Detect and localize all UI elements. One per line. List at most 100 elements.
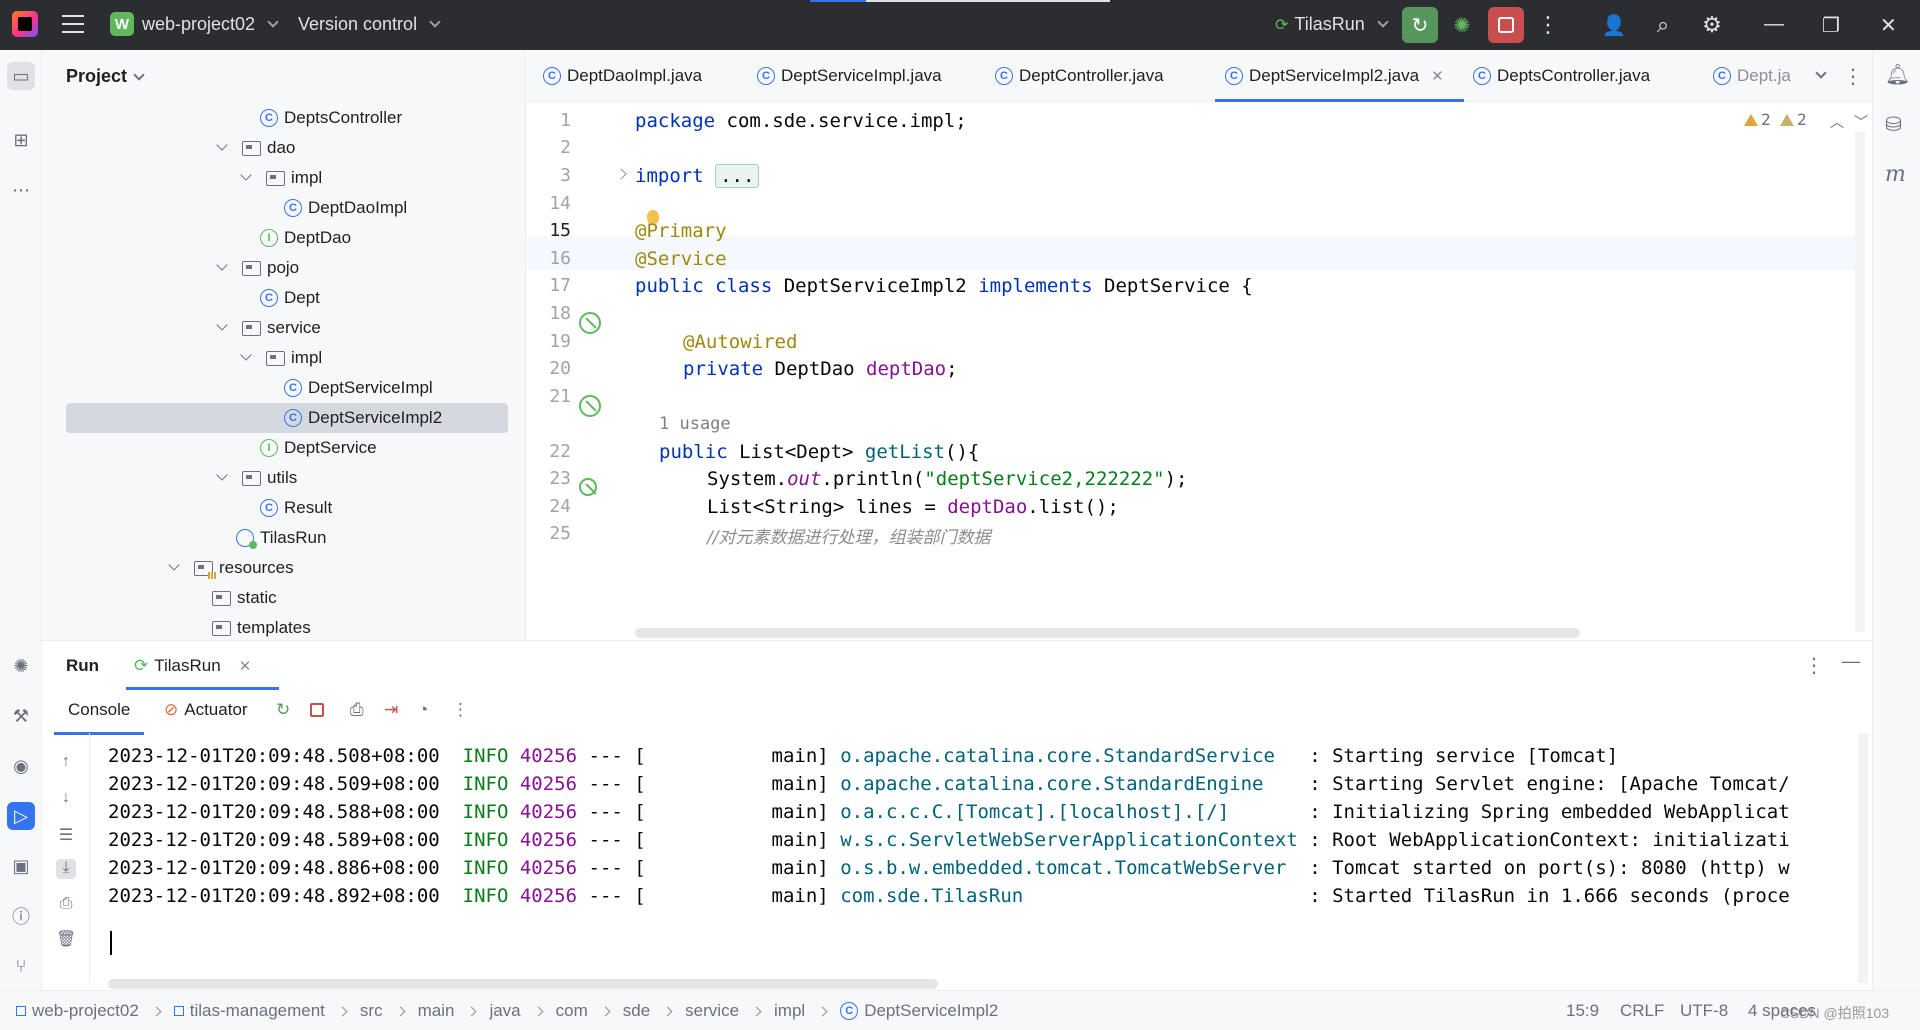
tab-deptscontroller[interactable]: C DeptsController.java (1473, 50, 1650, 102)
editor-vertical-scrollbar[interactable] (1855, 132, 1865, 632)
tab-deptserviceimpl[interactable]: C DeptServiceImpl.java (757, 50, 942, 102)
stop-icon[interactable] (310, 700, 324, 717)
close-tab-icon[interactable]: ✕ (1431, 67, 1444, 85)
tree-item-tilasrun[interactable]: TilasRun (236, 523, 326, 553)
chevron-down-icon[interactable] (216, 469, 228, 481)
code-with-me-button[interactable]: 👤 (1596, 7, 1632, 43)
project-badge[interactable]: W (110, 12, 134, 36)
warning-counter[interactable]: 2 (1744, 110, 1771, 129)
tree-item-dept[interactable]: C Dept (260, 283, 320, 313)
tree-item-deptservice[interactable]: I DeptService (260, 433, 377, 463)
breadcrumb-item[interactable]: web-project02 (32, 1001, 139, 1021)
autowired-bean-icon[interactable] (579, 395, 601, 417)
project-panel-header[interactable]: Project (66, 66, 145, 87)
restore-button[interactable]: ❐ (1822, 13, 1840, 38)
breadcrumb-item[interactable]: main (418, 1001, 455, 1021)
breadcrumb-item[interactable]: src (360, 1001, 383, 1021)
scroll-to-end-icon[interactable]: ⤓ (56, 859, 76, 879)
tab-more-button[interactable]: ⋮ (1843, 50, 1863, 102)
debug-button[interactable]: ✺ (1444, 7, 1480, 43)
tree-item-result[interactable]: C Result (260, 493, 332, 523)
minimize-button[interactable]: — (1764, 13, 1784, 36)
terminal-tool-icon[interactable]: ▣ (7, 852, 35, 880)
main-menu-icon[interactable] (62, 15, 84, 33)
breadcrumb-item[interactable]: impl (774, 1001, 805, 1021)
more-tools-icon[interactable]: ⋯ (7, 176, 35, 204)
chevron-down-icon[interactable] (240, 349, 252, 361)
run-tab-tilasrun[interactable]: ⟳ TilasRun ✕ (125, 656, 280, 690)
file-encoding[interactable]: UTF-8 (1680, 1001, 1728, 1021)
code-editor[interactable]: 1 2 3 14 15 16 17 18 19 20 21 22 23 24 2… (527, 102, 1872, 640)
run-configuration-selector[interactable]: ⟳ TilasRun (1275, 14, 1389, 35)
print-icon[interactable]: ⎙ (56, 895, 76, 915)
implements-method-icon[interactable] (579, 478, 597, 496)
tree-item-dao-impl[interactable]: impl (240, 163, 322, 193)
console-vertical-scrollbar[interactable] (1858, 733, 1868, 983)
breadcrumb-item[interactable]: tilas-management (190, 1001, 325, 1021)
tree-item-service-impl[interactable]: impl (240, 343, 322, 373)
services-tool-icon[interactable]: ◉ (7, 752, 35, 780)
chevron-down-icon[interactable] (216, 259, 228, 271)
breadcrumb-item[interactable]: DeptServiceImpl2 (864, 1001, 998, 1021)
line-separator[interactable]: CRLF (1620, 1001, 1664, 1021)
chevron-down-icon[interactable] (168, 559, 180, 571)
run-tool-icon[interactable]: ▷ (7, 802, 35, 830)
debug-tool-icon[interactable]: ✺ (7, 652, 35, 680)
vcs-menu[interactable]: Version control (298, 14, 441, 35)
tab-list-dropdown[interactable] (1809, 50, 1827, 102)
breadcrumb-item[interactable]: java (489, 1001, 520, 1021)
scroll-up-icon[interactable]: ↑ (56, 753, 76, 773)
tree-item-resources[interactable]: resources (168, 553, 294, 583)
maven-icon[interactable]: m (1885, 162, 1906, 187)
project-tool-icon[interactable]: ▭ (7, 62, 35, 90)
usage-hint[interactable]: 1 usage (659, 414, 731, 434)
rerun-button[interactable]: ↻ (1402, 7, 1438, 43)
tree-item-deptdaoimpl[interactable]: C DeptDaoImpl (284, 193, 407, 223)
bean-icon[interactable] (579, 312, 601, 334)
scroll-down-icon[interactable]: ↓ (56, 789, 76, 809)
chevron-down-icon[interactable] (216, 319, 228, 331)
tab-console[interactable]: Console (53, 700, 145, 735)
tree-item-deptserviceimpl2[interactable]: C DeptServiceImpl2 (66, 403, 508, 433)
close-tab-icon[interactable]: ✕ (239, 657, 252, 675)
tree-item-utils[interactable]: utils (216, 463, 297, 493)
close-window-button[interactable]: ✕ (1880, 13, 1897, 38)
folded-imports[interactable]: ... (715, 164, 760, 188)
next-highlight-icon[interactable]: ﹀ (1854, 112, 1868, 132)
chevron-down-icon[interactable] (240, 169, 252, 181)
tree-item-deptscontroller[interactable]: C DeptsController (260, 103, 402, 133)
project-selector[interactable]: web-project02 (142, 14, 279, 35)
more-actions-button[interactable]: ⋮ (1530, 7, 1566, 43)
tab-deptcontroller[interactable]: C DeptController.java (995, 50, 1164, 102)
tab-dept[interactable]: C Dept.ja (1713, 50, 1791, 102)
editor-horizontal-scrollbar[interactable] (635, 628, 1580, 638)
search-button[interactable]: ⌕ (1645, 7, 1681, 43)
tree-item-dao[interactable]: dao (216, 133, 295, 163)
tab-deptserviceimpl2[interactable]: C DeptServiceImpl2.java ✕ (1215, 50, 1464, 102)
build-tool-icon[interactable]: ⚒ (7, 702, 35, 730)
breadcrumb-item[interactable]: service (685, 1001, 739, 1021)
breadcrumb-item[interactable]: sde (623, 1001, 650, 1021)
stop-button[interactable] (1488, 7, 1524, 43)
tree-item-pojo[interactable]: pojo (216, 253, 299, 283)
chevron-down-icon[interactable] (216, 139, 228, 151)
prev-highlight-icon[interactable]: ︿ (1830, 112, 1844, 132)
tab-actuator[interactable]: ⊘ Actuator (164, 700, 248, 720)
breadcrumb-item[interactable]: com (556, 1001, 588, 1021)
fold-expand-icon[interactable] (615, 168, 627, 180)
problems-tool-icon[interactable]: ⓘ (7, 902, 35, 930)
camera-icon[interactable]: ⎙ (350, 700, 364, 720)
settings-button[interactable]: ⚙ (1694, 7, 1730, 43)
more-vertical-icon[interactable]: ⋮ (452, 700, 469, 720)
git-tool-icon[interactable]: ⑂ (7, 952, 35, 980)
caret-position[interactable]: 15:9 (1566, 1001, 1599, 1021)
rerun-icon[interactable]: ↻ (276, 700, 290, 720)
intellij-logo-icon[interactable] (12, 11, 38, 37)
tree-item-deptserviceimpl[interactable]: C DeptServiceImpl (284, 373, 433, 403)
hide-panel-icon[interactable]: — (1842, 651, 1860, 672)
tree-item-deptdao[interactable]: I DeptDao (260, 223, 351, 253)
tree-item-service[interactable]: service (216, 313, 321, 343)
notifications-icon[interactable]: 🔔︎ (1885, 62, 1910, 87)
tree-item-static[interactable]: static (212, 583, 277, 613)
exit-icon[interactable]: ⇥ (384, 700, 398, 720)
